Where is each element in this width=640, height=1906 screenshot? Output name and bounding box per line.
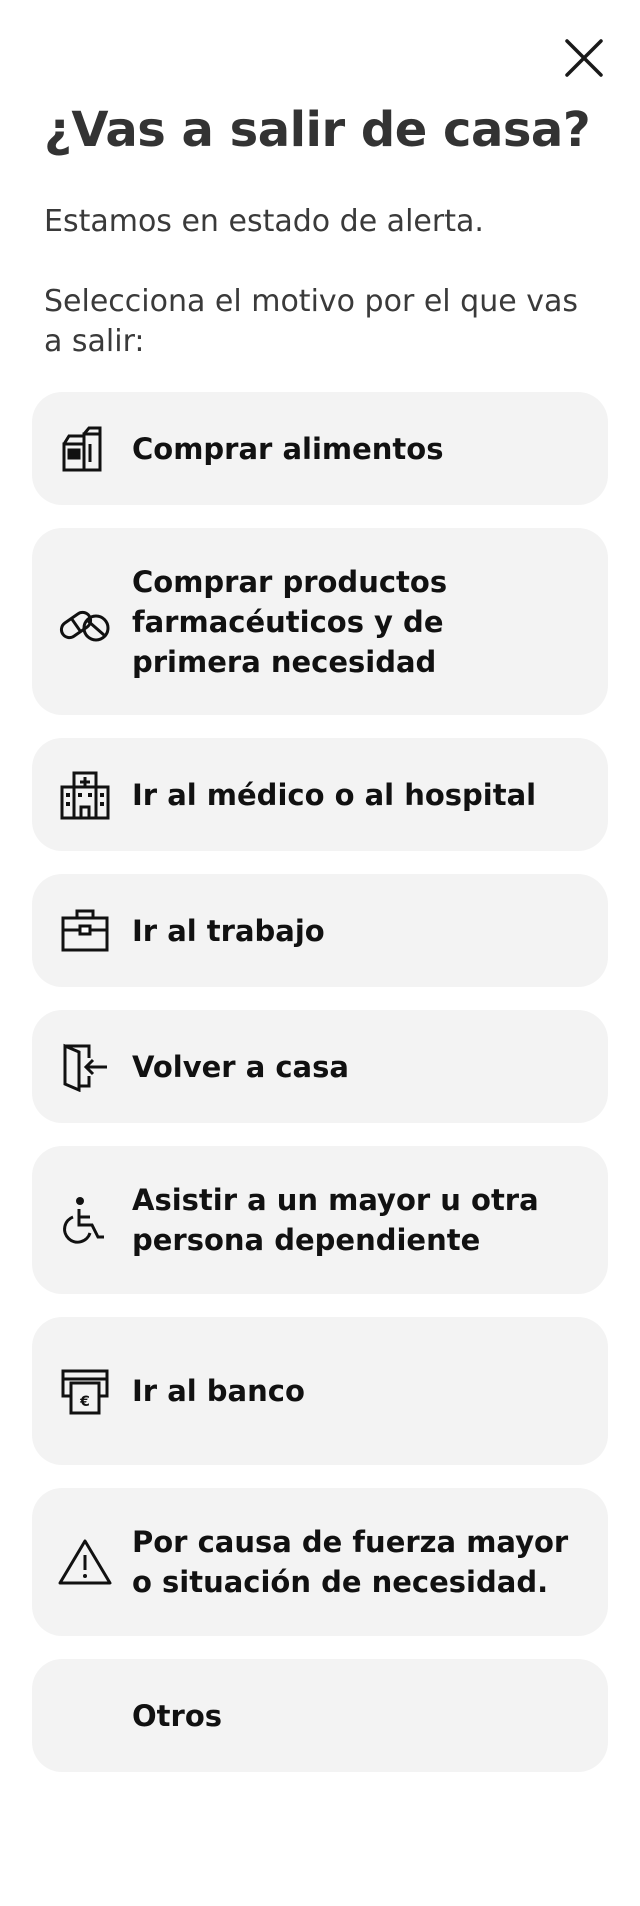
briefcase-icon — [56, 902, 114, 960]
groceries-icon — [56, 420, 114, 478]
close-icon — [565, 39, 603, 77]
alert-text: Estamos en estado de alerta. — [44, 204, 484, 239]
pills-icon — [56, 593, 114, 651]
option-label: Por causa de fuerza mayor o situación de… — [132, 1525, 569, 1599]
atm-euro-icon: € — [56, 1362, 114, 1420]
warning-icon — [56, 1533, 114, 1591]
option-bank[interactable]: € Ir al banco — [32, 1317, 608, 1465]
option-label: Asistir a un mayor u otra persona depend… — [132, 1183, 539, 1257]
close-button[interactable] — [556, 30, 612, 86]
option-assist-dependent[interactable]: Asistir a un mayor u otra persona depend… — [32, 1146, 608, 1294]
option-label: Volver a casa — [132, 1049, 349, 1084]
option-work[interactable]: Ir al trabajo — [32, 874, 608, 987]
option-label: Ir al médico o al hospital — [132, 777, 537, 812]
instruction-text: Selecciona el motivo por el que vas a sa… — [44, 284, 578, 359]
option-go-home[interactable]: Volver a casa — [32, 1010, 608, 1123]
svg-text:€: € — [79, 1394, 90, 1410]
wheelchair-icon — [56, 1191, 114, 1249]
option-icon-placeholder — [56, 1687, 114, 1745]
option-force-majeure[interactable]: Por causa de fuerza mayor o situación de… — [32, 1488, 608, 1636]
page-title: ¿Vas a salir de casa? — [44, 102, 591, 158]
option-buy-food[interactable]: Comprar alimentos — [32, 392, 608, 505]
reason-options-list: Comprar alimentos Comprar productos farm… — [32, 392, 608, 1795]
option-label: Otros — [132, 1698, 223, 1733]
option-label: Ir al trabajo — [132, 913, 325, 948]
option-label: Comprar alimentos — [132, 431, 444, 466]
option-doctor-hospital[interactable]: Ir al médico o al hospital — [32, 738, 608, 851]
hospital-icon — [56, 766, 114, 824]
option-label: Comprar productos farmacéuticos y de pri… — [132, 564, 448, 679]
option-others[interactable]: Otros — [32, 1659, 608, 1772]
door-enter-icon — [56, 1038, 114, 1096]
option-buy-pharmacy[interactable]: Comprar productos farmacéuticos y de pri… — [32, 528, 608, 715]
option-label: Ir al banco — [132, 1374, 305, 1408]
